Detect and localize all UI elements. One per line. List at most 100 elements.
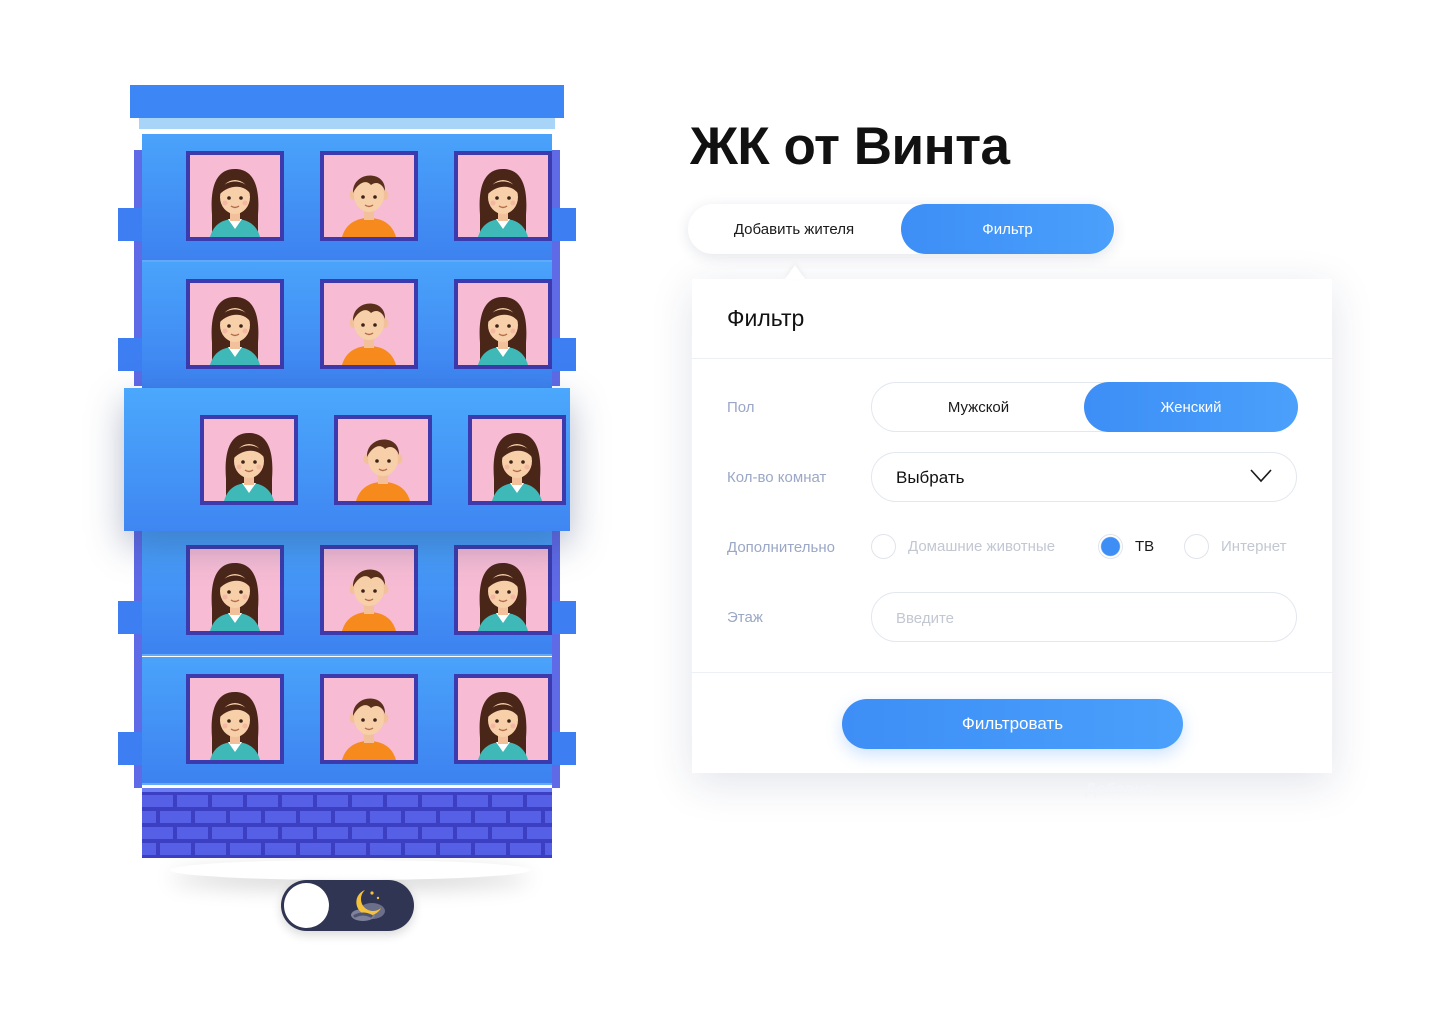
brick [370, 811, 401, 823]
brick [195, 843, 226, 855]
page-title: ЖК от Винта [690, 117, 1010, 176]
apartment-window[interactable] [200, 415, 298, 505]
extras-options: Домашние животные ТВ Интернет [871, 534, 1301, 564]
radio-button[interactable] [1184, 534, 1209, 559]
toggle-knob[interactable] [284, 883, 329, 928]
apartment-window[interactable] [468, 415, 566, 505]
brick [422, 795, 453, 807]
divider [692, 672, 1332, 673]
brick [282, 795, 313, 807]
apartment-window[interactable] [454, 279, 552, 369]
floor-input[interactable] [896, 607, 1266, 629]
apartment-window[interactable] [320, 545, 418, 635]
add-ghost-label: Добавить [1085, 781, 1163, 798]
brick [317, 827, 348, 839]
divider [692, 358, 1332, 359]
brick [212, 827, 243, 839]
apartment-window[interactable] [320, 279, 418, 369]
brick [510, 843, 541, 855]
brick [527, 795, 552, 807]
extras-option-pets[interactable]: Домашние животные [871, 534, 1055, 559]
building-roof-edge [139, 118, 555, 129]
brick [492, 795, 523, 807]
floor-field[interactable] [871, 592, 1297, 642]
brick [387, 795, 418, 807]
extras-option-label: Интернет [1221, 538, 1287, 555]
extras-option-internet[interactable]: Интернет [1184, 534, 1286, 559]
brick-row [142, 843, 552, 855]
apartment-window[interactable] [454, 674, 552, 764]
filter-panel: Фильтр Пол Мужской Женский Кол-во комнат… [692, 279, 1332, 773]
radio-button[interactable] [871, 534, 896, 559]
building-floor[interactable] [142, 134, 552, 262]
building-floor[interactable] [142, 262, 552, 390]
brick [545, 843, 552, 855]
extras-option-label: ТВ [1135, 538, 1155, 555]
gender-option-male[interactable]: Мужской [872, 382, 1085, 432]
brick [247, 827, 278, 839]
filter-submit-button[interactable]: Фильтровать [842, 699, 1183, 749]
building-shadow [170, 860, 530, 880]
brick [265, 811, 296, 823]
brick [510, 811, 541, 823]
brick [387, 827, 418, 839]
building-floor[interactable] [142, 528, 552, 656]
apartment-window[interactable] [334, 415, 432, 505]
apartment-window[interactable] [186, 279, 284, 369]
building-bracket [118, 732, 142, 765]
chevron-down-icon [1250, 469, 1272, 483]
brick [300, 811, 331, 823]
radio-button[interactable] [1098, 534, 1123, 559]
extras-option-label: Домашние животные [908, 538, 1056, 555]
brick [352, 795, 383, 807]
extras-label: Дополнительно [727, 539, 835, 556]
moon-icon [351, 890, 385, 921]
rooms-label: Кол-во комнат [727, 469, 827, 486]
apartment-window[interactable] [454, 151, 552, 241]
floor-label: Этаж [727, 609, 763, 626]
brick [195, 811, 226, 823]
brick [405, 843, 436, 855]
brick [160, 811, 191, 823]
brick [160, 843, 191, 855]
brick [440, 843, 471, 855]
tab-filter[interactable]: Фильтр [901, 204, 1114, 254]
tab-add-resident[interactable]: Добавить жителя [688, 204, 900, 254]
building-bracket [552, 732, 576, 765]
brick [212, 795, 243, 807]
brick [457, 795, 488, 807]
building-floor[interactable] [142, 657, 552, 785]
building-bracket [118, 338, 142, 371]
brick [265, 843, 296, 855]
brick [527, 827, 552, 839]
building-bracket [552, 601, 576, 634]
brick [352, 827, 383, 839]
mode-switcher: Добавить жителя Фильтр [688, 204, 1115, 254]
apartment-window[interactable] [186, 151, 284, 241]
apartment-window[interactable] [186, 545, 284, 635]
rooms-select[interactable]: Выбрать [871, 452, 1297, 502]
brick-row [142, 795, 552, 807]
building-floor[interactable] [124, 388, 570, 531]
apartment-window[interactable] [320, 674, 418, 764]
theme-toggle[interactable] [281, 880, 414, 931]
building-base [142, 788, 552, 858]
apartment-window[interactable] [186, 674, 284, 764]
apartment-window[interactable] [320, 151, 418, 241]
panel-title: Фильтр [727, 305, 805, 331]
building-bracket [552, 208, 576, 241]
brick [317, 795, 348, 807]
brick [300, 843, 331, 855]
brick [230, 811, 261, 823]
brick [142, 811, 156, 823]
brick [142, 827, 173, 839]
brick [492, 827, 523, 839]
apartment-window[interactable] [454, 545, 552, 635]
gender-segmented-control: Мужской Женский [871, 382, 1298, 432]
brick [142, 843, 156, 855]
brick [475, 843, 506, 855]
gender-option-female[interactable]: Женский [1084, 382, 1298, 432]
extras-option-tv[interactable]: ТВ [1098, 534, 1154, 559]
brick [247, 795, 278, 807]
brick [422, 827, 453, 839]
